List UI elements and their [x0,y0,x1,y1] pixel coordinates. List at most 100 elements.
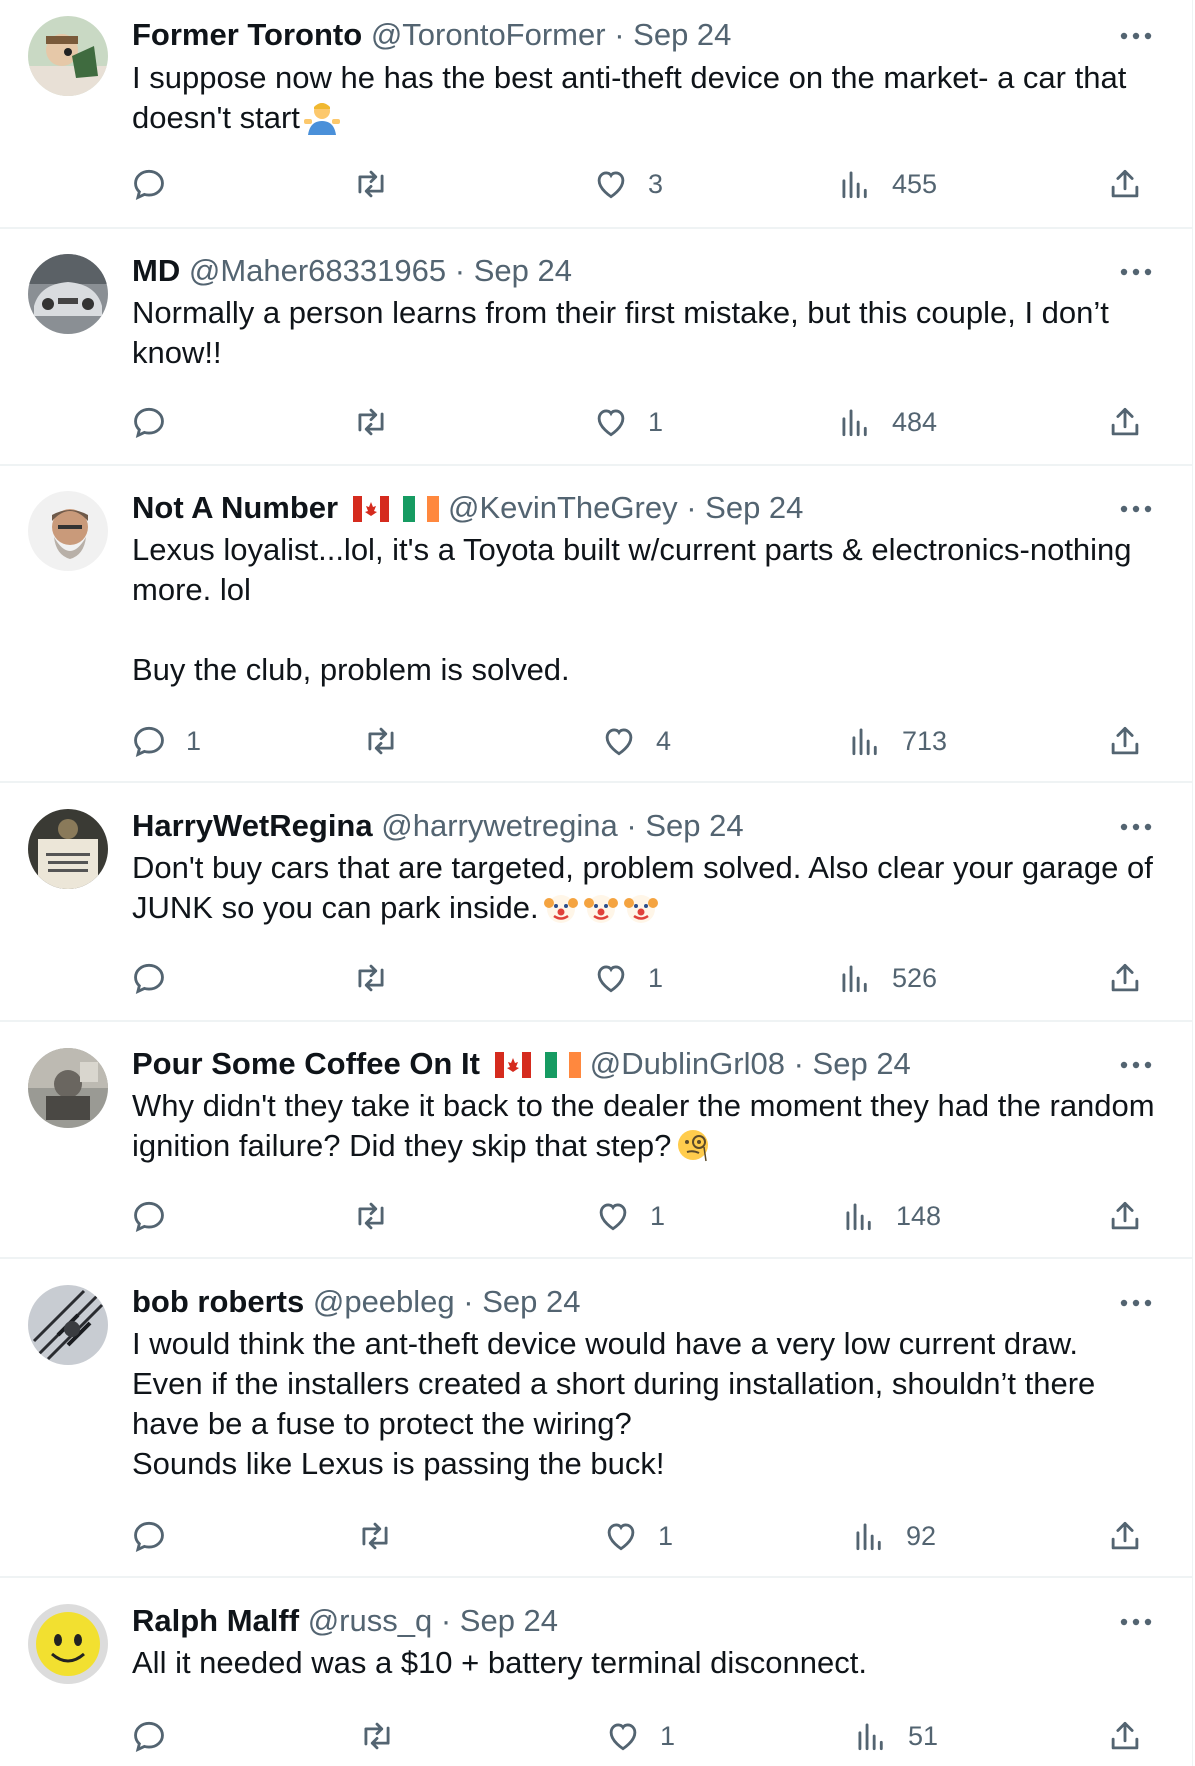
views-icon [842,409,867,437]
views-button[interactable]: 51 [852,1714,938,1758]
share-button[interactable] [1106,719,1144,763]
like-button[interactable]: 4 [600,719,671,763]
tweet-date[interactable]: Sep 24 [645,808,743,843]
reply-icon [134,963,164,995]
tweet-text: I suppose now he has the best anti-theft… [132,58,1162,138]
heart-icon [597,171,625,199]
tweet-header: Pour Some Coffee On It @DublinGrl08 · Se… [132,1045,1122,1087]
share-icon [1111,1721,1139,1750]
author-name[interactable]: HarryWetRegina [132,808,373,843]
retweet-icon [364,1722,390,1750]
heart-icon [605,728,633,756]
tweet-date[interactable]: Sep 24 [705,490,803,525]
author-name[interactable]: Not A Number [132,490,338,525]
views-button[interactable]: 92 [850,1514,936,1558]
author-handle[interactable]: @harrywetregina [381,808,618,843]
tweet-actions: 1 51 [130,1714,1160,1758]
author-handle[interactable]: @peebleg [313,1284,455,1319]
author-name[interactable]: bob roberts [132,1284,304,1319]
heart-icon [599,1203,627,1231]
more-options-button[interactable] [1114,1607,1158,1637]
more-options-button[interactable] [1114,257,1158,287]
tweet-date[interactable]: Sep 24 [482,1284,580,1319]
views-button[interactable]: 713 [846,719,947,763]
reply-tweet[interactable]: Former Toronto @TorontoFormer · Sep 24 I… [0,0,1192,229]
tweet-text-content: I would think the ant-theft device would… [132,1326,1096,1481]
reply-button[interactable] [130,1194,186,1238]
avatar[interactable] [28,1285,108,1365]
avatar[interactable] [28,254,108,334]
author-handle[interactable]: @KevinTheGrey [448,490,678,525]
reply-tweet[interactable]: bob roberts @peebleg · Sep 24 I would th… [0,1259,1192,1578]
reply-button[interactable] [130,1714,186,1758]
like-button[interactable]: 1 [602,1514,673,1558]
tweet-date[interactable]: Sep 24 [460,1603,558,1638]
share-button[interactable] [1106,1194,1144,1238]
like-button[interactable]: 3 [592,162,663,206]
like-button[interactable]: 1 [604,1714,675,1758]
retweet-button[interactable] [352,400,390,444]
retweet-button[interactable] [356,1514,394,1558]
more-options-button[interactable] [1114,1050,1158,1080]
retweet-button[interactable] [362,719,400,763]
share-button[interactable] [1106,400,1144,444]
reply-button[interactable] [130,956,186,1000]
more-options-button[interactable] [1114,494,1158,524]
retweet-button[interactable] [352,162,390,206]
more-options-button[interactable] [1114,1288,1158,1318]
reply-icon [134,1201,164,1233]
views-icon [852,728,877,756]
person-shrugging-emoji [303,99,340,135]
tweet-text-content: Normally a person learns from their firs… [132,295,1118,370]
retweet-button[interactable] [352,1194,390,1238]
author-handle[interactable]: @TorontoFormer [371,17,606,52]
share-button[interactable] [1106,956,1144,1000]
tweet-text: Don't buy cars that are targeted, proble… [132,848,1162,928]
reply-button[interactable] [130,162,186,206]
reply-button[interactable]: 1 [130,719,201,763]
avatar[interactable] [28,491,108,571]
like-button[interactable]: 1 [592,400,663,444]
more-options-button[interactable] [1114,21,1158,51]
author-handle[interactable]: @DublinGrl08 [590,1046,785,1081]
share-button[interactable] [1106,1714,1144,1758]
share-icon [1111,169,1139,198]
tweet-date[interactable]: Sep 24 [633,17,731,52]
reply-tweet[interactable]: HarryWetRegina @harrywetregina · Sep 24 … [0,783,1192,1022]
author-name[interactable]: Pour Some Coffee On It [132,1046,480,1081]
avatar[interactable] [28,809,108,889]
like-count: 3 [648,168,664,199]
author-name[interactable]: MD [132,253,180,288]
author-handle[interactable]: @Maher68331965 [189,253,446,288]
reply-tweet[interactable]: Ralph Malff @russ_q · Sep 24 All it need… [0,1578,1192,1766]
author-name[interactable]: Former Toronto [132,17,362,52]
avatar[interactable] [28,1048,108,1128]
share-button[interactable] [1106,1514,1144,1558]
share-button[interactable] [1106,162,1144,206]
avatar[interactable] [28,16,108,96]
author-handle[interactable]: @russ_q [308,1603,433,1638]
reply-button[interactable] [130,1514,186,1558]
views-button[interactable]: 526 [836,956,937,1000]
more-options-button[interactable] [1114,812,1158,842]
separator-dot: · [626,808,637,843]
retweet-button[interactable] [352,956,390,1000]
like-button[interactable]: 1 [594,1194,665,1238]
reply-button[interactable] [130,400,186,444]
author-name[interactable]: Ralph Malff [132,1603,299,1638]
views-icon [842,965,867,993]
reply-icon [134,1521,164,1553]
views-button[interactable]: 484 [836,400,937,444]
avatar[interactable] [28,1604,108,1684]
reply-tweet[interactable]: Pour Some Coffee On It @DublinGrl08 · Se… [0,1022,1192,1259]
tweet-date[interactable]: Sep 24 [813,1046,911,1081]
like-button[interactable]: 1 [592,956,663,1000]
views-button[interactable]: 148 [840,1194,941,1238]
reply-tweet[interactable]: MD @Maher68331965 · Sep 24 Normally a pe… [0,229,1192,466]
reply-icon [134,169,164,201]
tweet-date[interactable]: Sep 24 [474,253,572,288]
views-button[interactable]: 455 [836,162,937,206]
reply-tweet[interactable]: Not A Number @KevinTheGrey · Sep 24 Lexu… [0,466,1192,783]
retweet-button[interactable] [358,1714,396,1758]
retweet-icon [358,408,384,436]
